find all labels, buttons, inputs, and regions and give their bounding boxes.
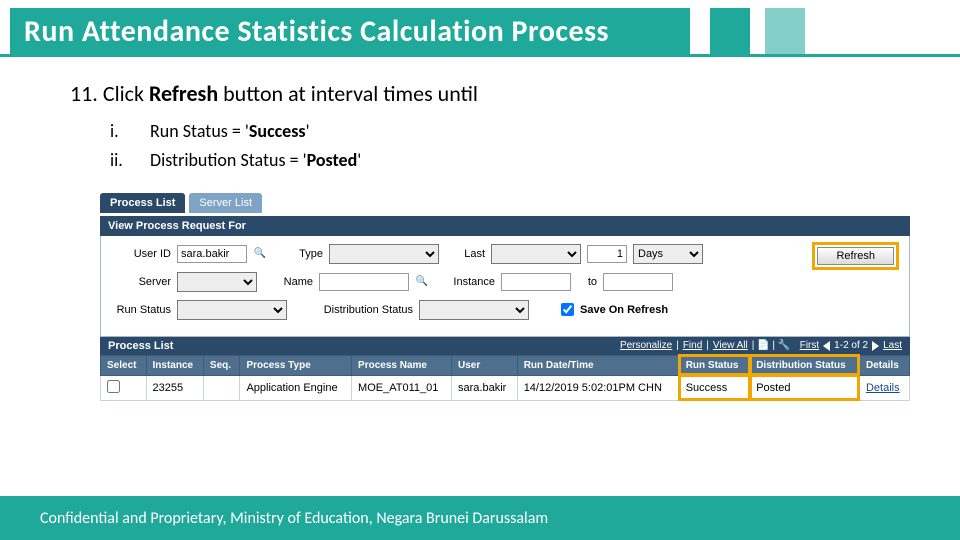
details-link[interactable]: Details (866, 382, 900, 394)
label-user-id: User ID (111, 248, 171, 260)
col-details[interactable]: Details (859, 355, 909, 375)
col-seq[interactable]: Seq. (203, 355, 240, 375)
run-status-select[interactable] (177, 300, 287, 320)
col-run-datetime[interactable]: Run Date/Time (517, 355, 679, 375)
label-name: Name (263, 276, 313, 288)
cell-run-status: Success (679, 375, 749, 400)
last-select[interactable] (491, 244, 581, 264)
tab-server-list[interactable]: Server List (189, 193, 262, 213)
first-link[interactable]: First (800, 340, 819, 351)
footer-text: Confidential and Proprietary, Ministry o… (40, 509, 548, 528)
filter-panel: Refresh User ID 🔍 Type Last Days Server … (100, 236, 910, 337)
sub-num: i. (110, 117, 150, 146)
sub-bold: Posted (307, 149, 358, 171)
tab-process-list[interactable]: Process List (100, 193, 185, 213)
label-last: Last (445, 248, 485, 260)
list-nav: Personalize | Find | View All | 📄 | 🔧 Fi… (620, 340, 902, 351)
title-bar: Run Attendance Statistics Calculation Pr… (0, 0, 960, 60)
sub-bold: Success (249, 120, 306, 142)
col-user[interactable]: User (452, 355, 518, 375)
cell-dist-status: Posted (750, 375, 860, 400)
sub-step-list: i. Run Status = 'Success' ii. Distributi… (110, 117, 900, 175)
col-process-type[interactable]: Process Type (240, 355, 352, 375)
table-row: 23255 Application Engine MOE_AT011_01 sa… (101, 375, 910, 400)
sub-step-ii: ii. Distribution Status = 'Posted' (110, 146, 900, 175)
view-all-link[interactable]: View All (713, 340, 748, 351)
process-table: Select Instance Seq. Process Type Proces… (100, 355, 910, 401)
label-server: Server (111, 276, 171, 288)
user-id-input[interactable] (177, 245, 247, 263)
col-dist-status[interactable]: Distribution Status (750, 355, 860, 375)
instruction-content: 11. Click Refresh button at interval tim… (0, 60, 960, 401)
refresh-highlight: Refresh (812, 242, 899, 270)
lookup-icon[interactable]: 🔍 (415, 275, 429, 289)
cell-process-type: Application Engine (240, 375, 352, 400)
label-run-status: Run Status (111, 304, 171, 316)
find-link[interactable]: Find (683, 340, 702, 351)
row-select-checkbox[interactable] (107, 380, 120, 393)
label-dist-status: Distribution Status (293, 304, 413, 316)
refresh-button[interactable]: Refresh (817, 247, 894, 265)
sub-pre: Distribution Status = ' (150, 149, 307, 171)
personalize-link[interactable]: Personalize (620, 340, 672, 351)
instance-to-input[interactable] (603, 273, 673, 291)
title-background: Run Attendance Statistics Calculation Pr… (10, 8, 690, 54)
section-process-list: Process List (108, 340, 173, 352)
step-11: 11. Click Refresh button at interval tim… (70, 80, 900, 107)
sub-step-i: i. Run Status = 'Success' (110, 117, 900, 146)
last-link[interactable]: Last (883, 340, 902, 351)
label-instance: Instance (435, 276, 495, 288)
app-screenshot: Process List Server List View Process Re… (100, 193, 910, 401)
col-run-status[interactable]: Run Status (679, 355, 749, 375)
section-view-request: View Process Request For (100, 216, 910, 236)
cell-datetime: 14/12/2019 5:02:01PM CHN (517, 375, 679, 400)
title-underline (0, 54, 960, 57)
process-list-header: Process List Personalize | Find | View A… (100, 337, 910, 355)
cell-process-name: MOE_AT011_01 (352, 375, 452, 400)
label-type: Type (273, 248, 323, 260)
cell-instance: 23255 (146, 375, 203, 400)
next-icon[interactable] (872, 341, 879, 351)
last-n-input[interactable] (587, 245, 627, 263)
sub-pre: Run Status = ' (150, 120, 249, 142)
days-select[interactable]: Days (633, 244, 703, 264)
footer-bar: Confidential and Proprietary, Ministry o… (0, 496, 960, 540)
table-header-row: Select Instance Seq. Process Type Proces… (101, 355, 910, 375)
col-instance[interactable]: Instance (146, 355, 203, 375)
sub-post: ' (306, 120, 310, 142)
prev-icon[interactable] (823, 341, 830, 351)
cell-user: sara.bakir (452, 375, 518, 400)
step-text-after: button at interval times until (218, 80, 478, 107)
label-to: to (577, 276, 597, 288)
lookup-icon[interactable]: 🔍 (253, 247, 267, 261)
step-text-before: Click (103, 80, 149, 107)
cell-seq (203, 375, 240, 400)
label-save-on-refresh: Save On Refresh (580, 304, 668, 316)
instance-from-input[interactable] (501, 273, 571, 291)
name-input[interactable] (319, 273, 409, 291)
sub-num: ii. (110, 146, 150, 175)
tab-strip: Process List Server List (100, 193, 910, 214)
dist-status-select[interactable] (419, 300, 529, 320)
range-text: 1-2 of 2 (834, 340, 868, 351)
col-process-name[interactable]: Process Name (352, 355, 452, 375)
sub-post: ' (357, 149, 361, 171)
save-on-refresh-checkbox[interactable] (561, 303, 574, 316)
col-select[interactable]: Select (101, 355, 147, 375)
step-number: 11. (70, 80, 98, 107)
type-select[interactable] (329, 244, 439, 264)
title-accent-block (710, 8, 750, 54)
server-select[interactable] (177, 272, 257, 292)
step-text-bold: Refresh (149, 80, 218, 107)
page-title: Run Attendance Statistics Calculation Pr… (24, 13, 609, 50)
title-accent-block-light (765, 8, 805, 54)
